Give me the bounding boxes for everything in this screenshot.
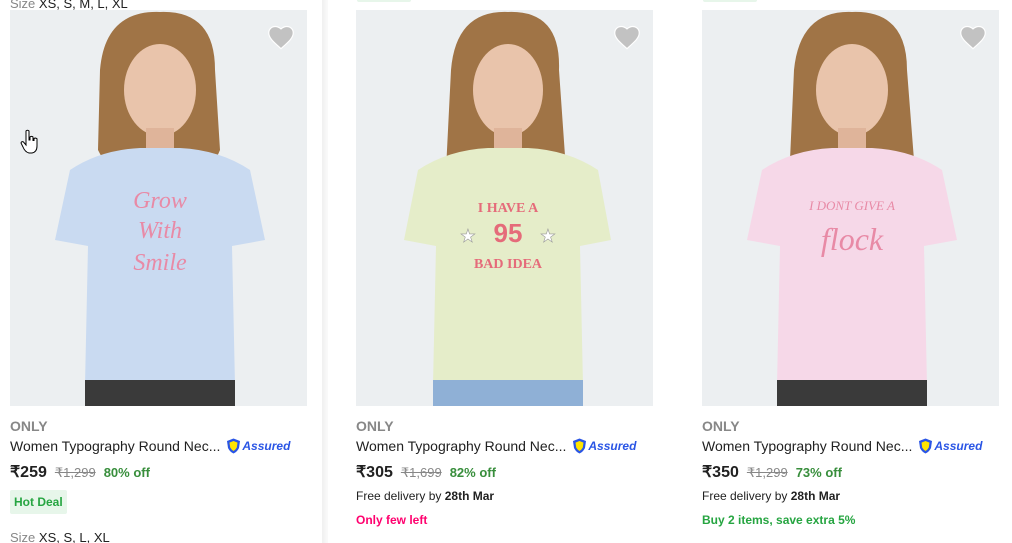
assured-shield-icon [227,438,241,454]
svg-text:flock: flock [821,221,884,257]
delivery-prefix: Free delivery by [702,489,788,503]
badge-remnant [357,0,411,2]
title-row: Women Typography Round Nec... Assured [10,438,290,454]
size-info: Size XS, S, L, XL [10,530,110,543]
delivery-prefix: Free delivery by [356,489,442,503]
assured-badge: Assured [918,438,982,454]
product-image[interactable]: I HAVE A 95 BAD IDEA ★ ★ [356,10,653,406]
stock-notice: Only few left [356,513,428,527]
original-price: ₹1,299 [54,465,96,480]
original-price: ₹1,699 [400,465,442,480]
product-image[interactable]: Grow With Smile [10,10,307,406]
price-row: ₹350 ₹1,299 73% off [702,462,842,482]
delivery-date: 28th Mar [790,489,841,503]
product-brand: ONLY [356,418,394,434]
title-row: Women Typography Round Nec... Assured [356,438,636,454]
product-brand: ONLY [10,418,48,434]
svg-text:I HAVE A: I HAVE A [478,201,539,216]
model-image: I DONT GIVE A flock [702,10,999,406]
svg-text:BAD IDEA: BAD IDEA [474,257,543,272]
column-divider [322,0,328,543]
product-card[interactable]: I HAVE A 95 BAD IDEA ★ ★ ONLY Women Typo… [356,10,654,527]
product-image[interactable]: I DONT GIVE A flock [702,10,999,406]
delivery-info: Free delivery by 28th Mar [356,489,494,503]
product-card[interactable]: I DONT GIVE A flock ONLY Women Typograph… [702,10,1000,527]
svg-text:Smile: Smile [133,250,187,276]
svg-text:I DONT GIVE A: I DONT GIVE A [808,198,895,213]
price-row: ₹305 ₹1,699 82% off [356,462,496,482]
assured-shield-icon [919,438,933,454]
discount: 80% off [103,465,150,480]
size-label: Size [10,530,36,543]
product-card[interactable]: Grow With Smile ONLY Women Typography Ro… [10,10,308,543]
svg-text:Grow: Grow [133,188,187,214]
delivery-info: Free delivery by 28th Mar [702,489,840,503]
hand-pointer-icon [20,129,38,154]
hot-deal-badge: Hot Deal [10,490,67,514]
product-brand: ONLY [702,418,740,434]
assured-label: Assured [242,439,291,453]
assured-label: Assured [934,439,983,453]
heart-icon[interactable] [267,24,295,50]
product-title[interactable]: Women Typography Round Nec... [702,438,912,454]
product-title[interactable]: Women Typography Round Nec... [10,438,220,454]
original-price: ₹1,299 [746,465,788,480]
assured-badge: Assured [572,438,636,454]
selling-price: ₹259 [10,464,47,481]
svg-text:★: ★ [540,226,556,246]
assured-badge: Assured [226,438,290,454]
model-image: Grow With Smile [10,10,307,406]
price-row: ₹259 ₹1,299 80% off [10,462,150,482]
delivery-date: 28th Mar [444,489,495,503]
size-values: XS, S, L, XL [38,530,110,543]
discount: 82% off [449,465,496,480]
offer-notice: Buy 2 items, save extra 5% [702,513,856,527]
assured-label: Assured [588,439,637,453]
selling-price: ₹305 [356,464,393,481]
heart-icon[interactable] [959,24,987,50]
selling-price: ₹350 [702,464,739,481]
heart-icon[interactable] [613,24,641,50]
svg-text:95: 95 [494,218,523,248]
assured-shield-icon [573,438,587,454]
discount: 73% off [795,465,842,480]
svg-text:With: With [138,218,182,244]
title-row: Women Typography Round Nec... Assured [702,438,982,454]
badge-remnant [703,0,757,2]
product-title[interactable]: Women Typography Round Nec... [356,438,566,454]
model-image: I HAVE A 95 BAD IDEA ★ ★ [356,10,653,406]
svg-text:★: ★ [460,226,476,246]
